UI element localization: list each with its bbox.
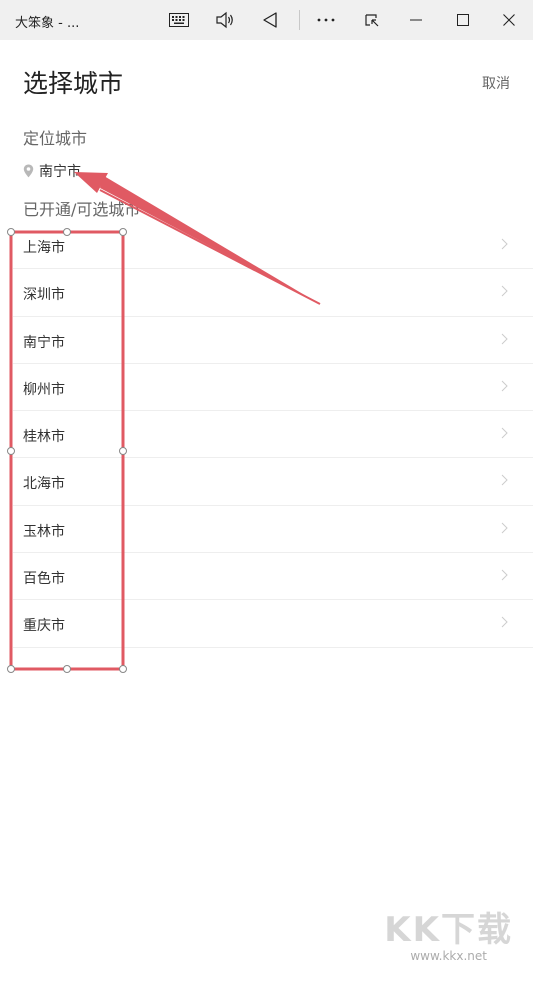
located-city[interactable]: 南宁市 — [23, 161, 81, 181]
minimize-icon — [410, 19, 422, 21]
snap-icon — [365, 14, 379, 27]
city-name: 百色市 — [23, 571, 65, 588]
watermark-url: www.kkx.net — [410, 949, 487, 963]
keyboard-icon — [169, 13, 189, 27]
city-name: 重庆市 — [23, 618, 65, 635]
minimize-button[interactable] — [396, 0, 436, 40]
titlebar-separator — [299, 10, 300, 30]
city-name: 玉林市 — [23, 523, 65, 540]
watermark: KK下载 www.kkx.net — [384, 902, 513, 963]
city-row[interactable]: 桂林市 — [13, 411, 533, 459]
window-title: 大笨象 - ... — [15, 16, 80, 31]
section-located-label: 定位城市 — [23, 129, 88, 148]
city-name: 柳州市 — [23, 381, 65, 398]
back-button[interactable] — [250, 0, 290, 40]
maximize-button[interactable] — [443, 0, 483, 40]
city-name: 南宁市 — [23, 334, 65, 351]
city-row[interactable]: 百色市 — [13, 553, 533, 601]
window-titlebar: 大笨象 - ... — [0, 0, 533, 40]
volume-button[interactable] — [205, 0, 245, 40]
chevron-right-icon — [501, 569, 508, 581]
chevron-right-icon — [501, 475, 508, 486]
city-list: 上海市 深圳市 南宁市 柳州市 桂林市 北海市 玉林市 百色市 重庆市 — [0, 222, 533, 648]
cancel-button[interactable]: 取消 — [482, 73, 510, 93]
more-icon — [317, 18, 335, 22]
city-row[interactable]: 北海市 — [13, 458, 533, 506]
watermark-logo: KK下载 — [384, 910, 513, 950]
chevron-right-icon — [501, 333, 508, 344]
volume-icon — [216, 11, 233, 29]
snap-button[interactable] — [352, 0, 392, 40]
city-row[interactable]: 玉林市 — [13, 506, 533, 554]
city-name: 上海市 — [23, 240, 65, 256]
chevron-right-icon — [501, 380, 508, 392]
page-title: 选择城市 — [23, 69, 124, 98]
section-available-label: 已开通/可选城市 — [23, 200, 141, 219]
location-pin-icon — [23, 164, 34, 178]
city-row[interactable]: 南宁市 — [13, 317, 533, 364]
close-button[interactable] — [489, 0, 529, 40]
city-row[interactable]: 重庆市 — [13, 600, 533, 648]
chevron-right-icon — [501, 522, 508, 534]
city-row[interactable]: 上海市 — [13, 222, 533, 270]
keyboard-button[interactable] — [159, 0, 199, 40]
more-button[interactable] — [306, 0, 346, 40]
close-icon — [503, 14, 515, 26]
located-city-name: 南宁市 — [39, 164, 81, 180]
chevron-right-icon — [501, 285, 508, 297]
chevron-right-icon — [501, 427, 508, 439]
city-row[interactable]: 柳州市 — [13, 364, 533, 412]
city-name: 深圳市 — [23, 287, 65, 304]
maximize-icon — [457, 14, 469, 26]
city-name: 北海市 — [23, 476, 65, 493]
city-name: 桂林市 — [23, 429, 65, 446]
chevron-right-icon — [501, 617, 508, 628]
chevron-right-icon — [501, 238, 508, 250]
city-row[interactable]: 深圳市 — [13, 269, 533, 317]
back-triangle-icon — [263, 12, 277, 28]
